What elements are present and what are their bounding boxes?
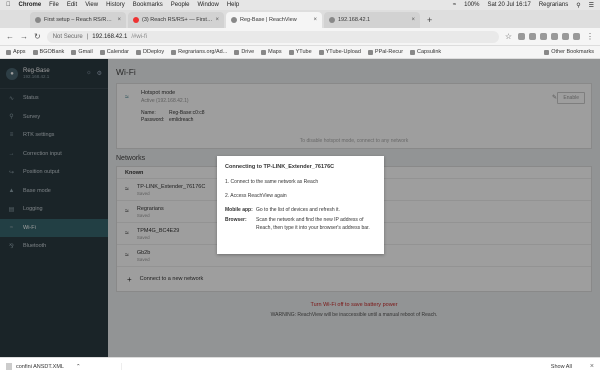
reach-icon <box>231 17 237 23</box>
globe-icon <box>329 17 335 23</box>
youtube-icon <box>318 49 324 55</box>
dialog-title: Connecting to TP-LINK_Extender_76176C <box>225 164 335 170</box>
bookmark-item[interactable]: PPal-Recur <box>367 49 403 55</box>
bookmark-item[interactable]: Capsulink <box>410 49 441 55</box>
browser-tab-active[interactable]: Reg-Base | ReachView × <box>226 12 322 28</box>
menu-window[interactable]: Window <box>197 2 218 8</box>
browser-tab[interactable]: 192.168.42.1 × <box>324 12 420 28</box>
bookmark-icon <box>32 49 38 55</box>
browser-tab[interactable]: (3) Reach RS/RS+ — First upd… × <box>128 12 224 28</box>
mobile-app-label: Mobile app: <box>225 207 253 213</box>
extensions <box>518 33 580 40</box>
gmail-icon <box>71 49 77 55</box>
browser-tabstrip: First setup – Reach RS/RS+ do… × (3) Rea… <box>0 10 600 28</box>
bookmark-item[interactable]: DDeploy <box>136 49 164 55</box>
bookmark-item[interactable]: BGOBank <box>32 49 64 55</box>
battery-percent[interactable]: 100% <box>464 2 479 8</box>
browser-label: Browser: <box>225 217 247 224</box>
close-icon[interactable]: × <box>215 17 219 23</box>
bookmark-icon <box>171 49 177 55</box>
menu-bookmarks[interactable]: Bookmarks <box>133 2 163 8</box>
bookmark-apps[interactable]: Apps <box>6 49 26 55</box>
apps-icon <box>6 49 11 55</box>
menu-people[interactable]: People <box>171 2 190 8</box>
dialog-step-2: 2. Access ReachView again <box>225 193 287 199</box>
wifi-status-icon[interactable]: ≈ <box>453 2 456 8</box>
show-all-button[interactable]: Show All <box>551 364 572 370</box>
bookmark-item[interactable]: Maps <box>261 49 282 55</box>
doc-icon <box>35 17 41 23</box>
close-icon[interactable]: × <box>117 17 121 23</box>
youtube-icon <box>288 49 294 55</box>
maps-icon <box>261 49 267 55</box>
search-icon[interactable]: ⚲ <box>576 2 580 9</box>
extension-icon[interactable] <box>529 33 536 40</box>
new-tab-button[interactable]: + <box>422 15 437 28</box>
extension-icon[interactable] <box>562 33 569 40</box>
apple-icon[interactable]:  <box>6 2 11 8</box>
bookmark-item[interactable]: YTube <box>288 49 312 55</box>
clock[interactable]: Sat 20 Jul 16:17 <box>487 2 530 8</box>
browser-text: Scan the network and find the new IP add… <box>256 217 370 231</box>
connecting-dialog: Connecting to TP-LINK_Extender_76176C 1.… <box>217 156 384 254</box>
menu-help[interactable]: Help <box>227 2 239 8</box>
dialog-step-1: 1. Connect to the same network as Reach <box>225 179 319 185</box>
extension-icon[interactable] <box>573 33 580 40</box>
drive-icon <box>234 49 240 55</box>
extension-icon[interactable] <box>540 33 547 40</box>
bookmark-item[interactable]: Regrarians.org/Ad... <box>171 49 227 55</box>
address-path: /#wi-fi <box>131 33 147 40</box>
menu-file[interactable]: File <box>49 2 59 8</box>
mobile-app-text: Go to the list of devices and refresh it… <box>256 207 340 213</box>
macos-menubar:  Chrome File Edit View History Bookmark… <box>0 0 600 10</box>
folder-icon <box>544 49 550 55</box>
download-shelf: confini ANSDT.XML ⌃ Show All × <box>0 357 600 375</box>
not-secure-label[interactable]: Not Secure <box>53 34 83 40</box>
bookmarks-bar: Apps BGOBank Gmail Calendar DDeploy Regr… <box>0 46 600 59</box>
extension-icon[interactable] <box>551 33 558 40</box>
bookmark-icon <box>410 49 416 55</box>
browser-menu-icon[interactable]: ⋮ <box>586 32 594 41</box>
star-icon[interactable]: ☆ <box>505 32 512 41</box>
file-icon <box>6 363 12 370</box>
other-bookmarks[interactable]: Other Bookmarks <box>544 49 594 55</box>
download-item[interactable]: confini ANSDT.XML ⌃ <box>6 363 122 370</box>
menu-view[interactable]: View <box>85 2 98 8</box>
chevron-up-icon[interactable]: ⌃ <box>76 364 81 370</box>
address-toolbar: ← → ↻ Not Secure | 192.168.42.1/#wi-fi ☆… <box>0 28 600 46</box>
menubar-user[interactable]: Regrarians <box>539 2 568 8</box>
address-url: 192.168.42.1 <box>92 33 128 40</box>
bookmark-item[interactable]: Drive <box>234 49 254 55</box>
youtube-icon <box>133 17 139 23</box>
menu-edit[interactable]: Edit <box>67 2 77 8</box>
menu-history[interactable]: History <box>106 2 125 8</box>
close-icon[interactable]: × <box>313 17 317 23</box>
close-icon[interactable]: × <box>590 363 594 370</box>
forward-icon[interactable]: → <box>20 32 28 41</box>
address-bar[interactable]: Not Secure | 192.168.42.1/#wi-fi <box>46 30 499 43</box>
bookmark-item[interactable]: Calendar <box>99 49 129 55</box>
bookmark-icon <box>136 49 142 55</box>
extension-icon[interactable] <box>518 33 525 40</box>
menu-list-icon[interactable]: ☰ <box>589 2 594 9</box>
menubar-app-name[interactable]: Chrome <box>19 2 42 8</box>
paypal-icon <box>367 49 373 55</box>
reload-icon[interactable]: ↻ <box>34 32 41 41</box>
browser-tab[interactable]: First setup – Reach RS/RS+ do… × <box>30 12 126 28</box>
close-icon[interactable]: × <box>411 17 415 23</box>
calendar-icon <box>99 49 105 55</box>
bookmark-item[interactable]: Gmail <box>71 49 93 55</box>
back-icon[interactable]: ← <box>6 32 14 41</box>
bookmark-item[interactable]: YTube-Upload <box>318 49 361 55</box>
